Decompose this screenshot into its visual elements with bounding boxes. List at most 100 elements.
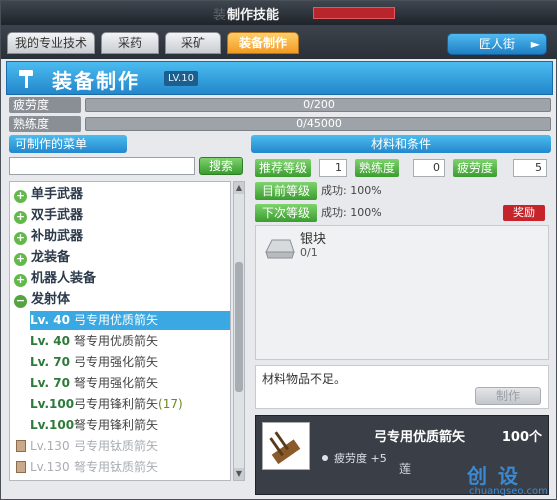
category-projectile[interactable]: − 发射体 bbox=[14, 291, 70, 309]
result-quantity: 100个 bbox=[501, 430, 542, 445]
req-value: 1 bbox=[319, 159, 347, 177]
proficiency-label: 熟练度 bbox=[9, 116, 81, 132]
category-android[interactable]: + 机器人装备 bbox=[14, 270, 96, 288]
item-level: Lv. 40 bbox=[30, 313, 70, 327]
expand-plus-icon: + bbox=[14, 252, 27, 266]
window-title: 制作技能 bbox=[227, 8, 280, 23]
next-level-label: 下次等级 bbox=[255, 204, 317, 222]
skill-title: 装备制作 bbox=[52, 69, 140, 93]
req-label: 疲劳度 bbox=[453, 159, 498, 177]
req-label: 熟练度 bbox=[355, 159, 400, 177]
item-name: 弩专用优质箭矢 bbox=[74, 334, 159, 348]
silver-ingot-icon bbox=[265, 239, 295, 259]
item-level: Lv.100 bbox=[30, 397, 75, 411]
fatigue-stat: 疲劳度 0/200 bbox=[9, 97, 551, 113]
tab-equipment-crafting[interactable]: 装备制作 bbox=[227, 32, 299, 54]
category-label: 单手武器 bbox=[31, 187, 84, 202]
item-level: Lv.100 bbox=[30, 418, 75, 432]
title-red-bar bbox=[313, 7, 395, 19]
recipe-list-title: 可制作的菜单 bbox=[9, 135, 127, 153]
recipe-search-input[interactable] bbox=[9, 157, 195, 175]
scroll-down-icon[interactable]: ▼ bbox=[234, 468, 244, 480]
scroll-thumb[interactable] bbox=[235, 262, 243, 392]
watermark-logo: 创 设 bbox=[467, 464, 520, 488]
item-name: 弩专用钛质箭矢 bbox=[74, 460, 159, 474]
collapse-minus-icon: − bbox=[14, 294, 27, 308]
artisan-street-label: 匠人街 bbox=[478, 37, 515, 51]
proficiency-bar: 0/45000 bbox=[85, 117, 551, 131]
list-item[interactable]: Lv.130 弩专用钛质箭矢 bbox=[16, 458, 230, 477]
watermark: 莲 创 设 chuangseo.com bbox=[369, 456, 555, 500]
item-name: 弓专用强化箭矢 bbox=[74, 355, 159, 369]
category-label: 补助武器 bbox=[31, 229, 84, 244]
expand-plus-icon: + bbox=[14, 273, 27, 287]
material-box: 银块 0/1 bbox=[255, 225, 549, 360]
req-label: 推荐等级 bbox=[255, 159, 312, 177]
material-count: 0/1 bbox=[300, 246, 318, 259]
category-two-handed[interactable]: + 双手武器 bbox=[14, 207, 83, 225]
req-value: 0 bbox=[413, 159, 445, 177]
category-one-handed[interactable]: + 单手武器 bbox=[14, 186, 83, 204]
recipe-scroll-icon bbox=[16, 461, 26, 473]
search-button[interactable]: 搜索 bbox=[199, 157, 243, 175]
current-level-row: 目前等级 成功: 100% bbox=[255, 182, 549, 200]
hammer-icon bbox=[19, 70, 33, 88]
tab-my-skills[interactable]: 我的专业技术 bbox=[7, 32, 95, 54]
scroll-up-icon[interactable]: ▲ bbox=[234, 182, 244, 194]
arrow-right-icon: ► bbox=[530, 37, 540, 51]
artisan-street-button[interactable]: 匠人街 ► bbox=[447, 33, 547, 55]
category-label: 龙装备 bbox=[31, 250, 71, 265]
proficiency-stat: 熟练度 0/45000 bbox=[9, 116, 551, 132]
list-item[interactable]: Lv. 70 弩专用强化箭矢 bbox=[30, 374, 230, 393]
req-fatigue: 疲劳度 5 bbox=[453, 159, 549, 177]
tab-herbalism[interactable]: 采药 bbox=[101, 32, 159, 54]
recipe-list: + 单手武器 + 双手武器 + 补助武器 + 龙装备 + 机器人装备 − 发射体 Lv. 4… bbox=[9, 181, 231, 481]
req-proficiency: 熟练度 0 bbox=[355, 159, 447, 177]
list-item[interactable]: Lv. 40 弓专用优质箭矢 bbox=[30, 311, 230, 330]
expand-plus-icon: + bbox=[14, 231, 27, 245]
arrow-bundle-icon bbox=[262, 422, 310, 470]
current-level-label: 目前等级 bbox=[255, 182, 317, 200]
skill-level-badge: LV.10 bbox=[164, 71, 198, 86]
expand-plus-icon: + bbox=[14, 189, 27, 203]
list-item[interactable]: Lv. 40 弩专用优质箭矢 bbox=[30, 332, 230, 351]
proficiency-value: 0/45000 bbox=[296, 117, 342, 130]
item-count: (17) bbox=[158, 397, 183, 411]
fatigue-value: 0/200 bbox=[303, 98, 335, 111]
req-recommended-level: 推荐等级 1 bbox=[255, 159, 349, 177]
watermark-url: chuangseo.com bbox=[469, 486, 548, 497]
category-label: 机器人装备 bbox=[31, 271, 97, 286]
item-level: Lv. 70 bbox=[30, 376, 70, 390]
expand-plus-icon: + bbox=[14, 210, 27, 224]
item-level: Lv. 70 bbox=[30, 355, 70, 369]
item-name: 弩专用强化箭矢 bbox=[74, 376, 159, 390]
next-level-row: 下次等级 成功: 100% 奖励 bbox=[255, 204, 549, 222]
item-name: 弓专用优质箭矢 bbox=[74, 313, 159, 327]
result-item-name: 弓专用优质箭矢 bbox=[374, 430, 466, 445]
craft-button[interactable]: 制作 bbox=[475, 387, 541, 405]
list-item[interactable]: Lv. 70 弓专用强化箭矢 bbox=[30, 353, 230, 372]
skill-header: 装备制作 LV.10 bbox=[6, 61, 553, 95]
crafting-window: 装备 制作技能 我的专业技术 采药 采矿 装备制作 匠人街 ► 装备制作 LV.… bbox=[0, 0, 557, 500]
category-dragon[interactable]: + 龙装备 bbox=[14, 249, 70, 267]
material-name: 银块 bbox=[300, 232, 327, 247]
category-label: 发射体 bbox=[31, 292, 71, 307]
list-item[interactable]: Lv.100弓专用锋利箭矢(17) bbox=[30, 395, 230, 414]
category-label: 双手武器 bbox=[31, 208, 84, 223]
item-name: 弓专用钛质箭矢 bbox=[74, 439, 159, 453]
tab-mining[interactable]: 采矿 bbox=[165, 32, 221, 54]
reward-badge[interactable]: 奖励 bbox=[503, 205, 545, 221]
recipe-list-scrollbar[interactable]: ▲ ▼ bbox=[233, 181, 245, 481]
item-level: Lv.130 bbox=[30, 439, 70, 453]
title-bar: 装备 制作技能 bbox=[1, 1, 557, 25]
list-item[interactable]: Lv.130 弓专用钛质箭矢 bbox=[16, 437, 230, 456]
item-level: Lv.130 bbox=[30, 460, 70, 474]
list-item[interactable]: Lv.100弩专用锋利箭矢 bbox=[30, 416, 230, 435]
next-level-value: 成功: 100% bbox=[321, 206, 382, 219]
item-name: 弓专用锋利箭矢 bbox=[74, 397, 159, 411]
category-secondary[interactable]: + 补助武器 bbox=[14, 228, 83, 246]
fatigue-bar: 0/200 bbox=[85, 98, 551, 112]
current-level-value: 成功: 100% bbox=[321, 184, 382, 197]
tab-bar: 我的专业技术 采药 采矿 装备制作 匠人街 ► bbox=[1, 25, 557, 59]
recipe-scroll-icon bbox=[16, 440, 26, 452]
